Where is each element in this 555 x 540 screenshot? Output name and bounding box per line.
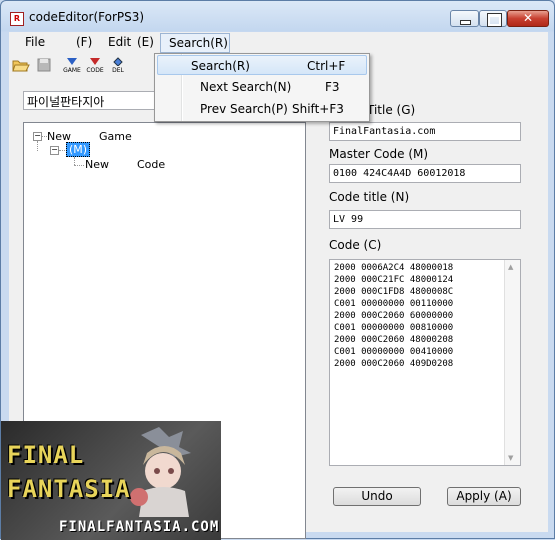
watermark-line-1: FINAL — [7, 441, 85, 469]
minimize-button[interactable] — [450, 10, 479, 27]
delete-button[interactable]: DEL — [108, 57, 128, 79]
menu-bar: File (F) Edit (E) Search(R) — [9, 32, 548, 54]
code-title-label: Code title (N) — [329, 190, 410, 204]
new-code-label: CODE — [86, 67, 104, 74]
search-menu-dropdown: Search(R) Ctrl+F Next Search(N) F3 Prev … — [154, 53, 370, 122]
collapse-child-icon[interactable]: − — [50, 146, 59, 155]
undo-button[interactable]: Undo — [333, 487, 421, 506]
menu-item-search-label: Search(R) — [191, 59, 250, 73]
scroll-down-icon[interactable]: ▼ — [508, 454, 513, 462]
menu-file-mnemonic[interactable]: (F) — [76, 35, 92, 49]
collapse-root-icon[interactable]: − — [33, 132, 42, 141]
menu-item-prev-search-shortcut: Shift+F3 — [292, 102, 344, 116]
watermark-line-2: FANTASIA — [7, 475, 131, 503]
menu-item-prev-search[interactable]: Prev Search(P) Shift+F3 — [157, 99, 367, 119]
menu-item-next-search-shortcut: F3 — [325, 80, 340, 94]
close-icon: ✕ — [522, 11, 534, 25]
code-lines: 2000 0006A2C4 48000018 2000 000C21FC 480… — [334, 263, 454, 369]
scroll-up-icon[interactable]: ▲ — [508, 263, 513, 271]
tree-node-master[interactable]: (M) — [66, 142, 91, 157]
menu-search-label: Search(R) — [169, 36, 228, 50]
tree-connector — [59, 150, 65, 151]
finalfantasia-watermark: FINAL FANTASIA FINALFANTASIA.COM — [1, 421, 221, 540]
search-input[interactable]: 파이널판타지아 — [23, 91, 165, 110]
close-button[interactable]: ✕ — [507, 10, 549, 27]
new-code-button[interactable]: CODE — [85, 57, 105, 79]
maximize-button[interactable] — [479, 10, 507, 27]
tree-node-code[interactable]: New Code — [85, 158, 165, 171]
menu-search[interactable]: Search(R) — [160, 33, 230, 53]
new-game-icon — [67, 58, 77, 65]
code-scrollbar[interactable]: ▲ ▼ — [504, 260, 520, 465]
master-code-label: Master Code (M) — [329, 147, 429, 161]
app-window: R codeEditor(ForPS3) ✕ File (F) Edit (E)… — [0, 0, 555, 540]
tree-connector — [74, 157, 75, 165]
delete-label: DEL — [112, 67, 124, 74]
open-button[interactable] — [11, 57, 31, 79]
title-bar[interactable]: R codeEditor(ForPS3) ✕ — [1, 1, 555, 33]
menu-item-next-search[interactable]: Next Search(N) F3 — [157, 77, 367, 97]
game-title-field[interactable]: FinalFantasia.com — [329, 122, 521, 141]
menu-item-next-search-label: Next Search(N) — [200, 80, 292, 94]
app-icon[interactable]: R — [10, 12, 24, 26]
apply-button[interactable]: Apply (A) — [447, 487, 521, 506]
window-title: codeEditor(ForPS3) — [29, 10, 145, 24]
tree-node-master-label: (M) — [66, 142, 91, 157]
tree-connector — [74, 165, 84, 166]
new-code-icon — [90, 58, 100, 65]
menu-item-search-shortcut: Ctrl+F — [307, 59, 346, 73]
master-code-field[interactable]: 0100 424C4A4D 60012018 — [329, 164, 521, 183]
code-label: Code (C) — [329, 238, 382, 252]
code-title-field[interactable]: LV 99 — [329, 210, 521, 229]
menu-file-label: File — [25, 35, 46, 49]
menu-edit[interactable]: Edit — [108, 35, 131, 49]
watermark-url: FINALFANTASIA.COM — [59, 519, 220, 535]
folder-open-icon — [12, 60, 30, 72]
floppy-disk-icon — [37, 58, 51, 72]
eraser-icon — [113, 57, 123, 66]
tree-connector — [37, 141, 38, 151]
new-game-label: GAME — [63, 67, 81, 74]
menu-item-prev-search-label: Prev Search(P) — [200, 102, 288, 116]
game-title-label: Title (G) — [367, 103, 416, 117]
code-textarea[interactable]: 2000 0006A2C4 48000018 2000 000C21FC 480… — [329, 259, 521, 466]
new-game-button[interactable]: GAME — [62, 57, 82, 79]
menu-edit-mnemonic[interactable]: (E) — [137, 35, 154, 49]
save-button[interactable] — [34, 57, 54, 79]
anime-character-image — [130, 427, 191, 517]
menu-item-search[interactable]: Search(R) Ctrl+F — [157, 55, 367, 75]
menu-file[interactable]: File — [25, 35, 45, 49]
